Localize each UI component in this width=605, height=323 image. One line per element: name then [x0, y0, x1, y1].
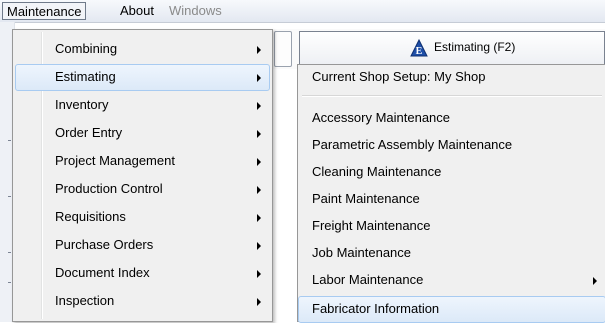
- menu-item-label: Labor Maintenance: [312, 272, 424, 287]
- menu-windows[interactable]: Windows: [165, 2, 226, 20]
- menu-item-label: Cleaning Maintenance: [312, 164, 442, 179]
- menu-about[interactable]: About: [116, 2, 158, 20]
- submenu-arrow-icon: [257, 186, 261, 194]
- submenu-arrow-icon: [257, 214, 261, 222]
- panel-edge: [274, 31, 292, 67]
- menu-item-paint-maintenance[interactable]: Paint Maintenance: [298, 186, 605, 213]
- menu-separator: [302, 95, 602, 97]
- submenu-arrow-icon: [257, 158, 261, 166]
- menu-bar: Maintenance About Windows: [0, 0, 605, 23]
- menu-item-current-shop-setup[interactable]: Current Shop Setup: My Shop: [298, 65, 605, 92]
- menu-item-label: Freight Maintenance: [312, 218, 431, 233]
- menu-item-label: Parametric Assembly Maintenance: [312, 137, 513, 152]
- menu-item-label: Estimating: [55, 69, 116, 84]
- menu-item-label: Inventory: [55, 97, 109, 112]
- menu-item-fabricator-information[interactable]: Fabricator Information: [298, 296, 605, 323]
- tab-estimating-label: Estimating (F2): [434, 40, 516, 54]
- menu-item-label: Combining: [55, 41, 118, 56]
- menu-item-label: Job Maintenance: [312, 245, 412, 260]
- menu-item-label: Paint Maintenance: [312, 191, 420, 206]
- menu-item-label: Fabricator Information: [312, 301, 440, 316]
- submenu-arrow-icon: [257, 242, 261, 250]
- submenu-arrow-icon: [257, 130, 261, 138]
- menu-item-label: Accessory Maintenance: [312, 110, 451, 125]
- menu-item-combining[interactable]: Combining: [15, 36, 270, 63]
- estimating-icon: E: [410, 39, 428, 57]
- menu-item-label: Current Shop Setup: My Shop: [312, 69, 486, 84]
- menu-item-job-maintenance[interactable]: Job Maintenance: [298, 240, 605, 267]
- background-window: E Estimating (F2): [273, 29, 605, 69]
- menu-item-freight-maintenance[interactable]: Freight Maintenance: [298, 213, 605, 240]
- estimating-submenu: Current Shop Setup: My Shop Accessory Ma…: [297, 64, 605, 323]
- menu-item-inspection[interactable]: Inspection: [15, 288, 270, 315]
- submenu-arrow-icon: [257, 46, 261, 54]
- menu-item-labor-maintenance[interactable]: Labor Maintenance: [298, 267, 605, 294]
- menu-item-requisitions[interactable]: Requisitions: [15, 204, 270, 231]
- menu-item-label: Inspection: [55, 293, 115, 308]
- menu-item-accessory-maintenance[interactable]: Accessory Maintenance: [298, 105, 605, 132]
- submenu-arrow-icon: [257, 270, 261, 278]
- menu-item-order-entry[interactable]: Order Entry: [15, 120, 270, 147]
- menu-item-parametric-assembly-maintenance[interactable]: Parametric Assembly Maintenance: [298, 132, 605, 159]
- menu-item-project-management[interactable]: Project Management: [15, 148, 270, 175]
- tab-estimating[interactable]: E Estimating (F2): [299, 31, 605, 65]
- menu-item-estimating[interactable]: Estimating: [15, 64, 270, 91]
- menu-item-production-control[interactable]: Production Control: [15, 176, 270, 203]
- menu-item-label: Production Control: [55, 181, 163, 196]
- svg-text:E: E: [416, 46, 423, 57]
- menu-item-cleaning-maintenance[interactable]: Cleaning Maintenance: [298, 159, 605, 186]
- submenu-arrow-icon: [257, 102, 261, 110]
- menu-item-inventory[interactable]: Inventory: [15, 92, 270, 119]
- menu-maintenance[interactable]: Maintenance: [2, 2, 87, 20]
- menu-item-label: Document Index: [55, 265, 150, 280]
- submenu-arrow-icon: [257, 298, 261, 306]
- maintenance-dropdown: Combining Estimating Inventory Order Ent…: [12, 29, 273, 322]
- menu-item-label: Project Management: [55, 153, 175, 168]
- submenu-arrow-icon: [257, 74, 261, 82]
- menu-item-label: Requisitions: [55, 209, 126, 224]
- menu-item-label: Purchase Orders: [55, 237, 154, 252]
- submenu-arrow-icon: [593, 277, 597, 285]
- menu-item-document-index[interactable]: Document Index: [15, 260, 270, 287]
- menu-item-label: Order Entry: [55, 125, 123, 140]
- menu-item-purchase-orders[interactable]: Purchase Orders: [15, 232, 270, 259]
